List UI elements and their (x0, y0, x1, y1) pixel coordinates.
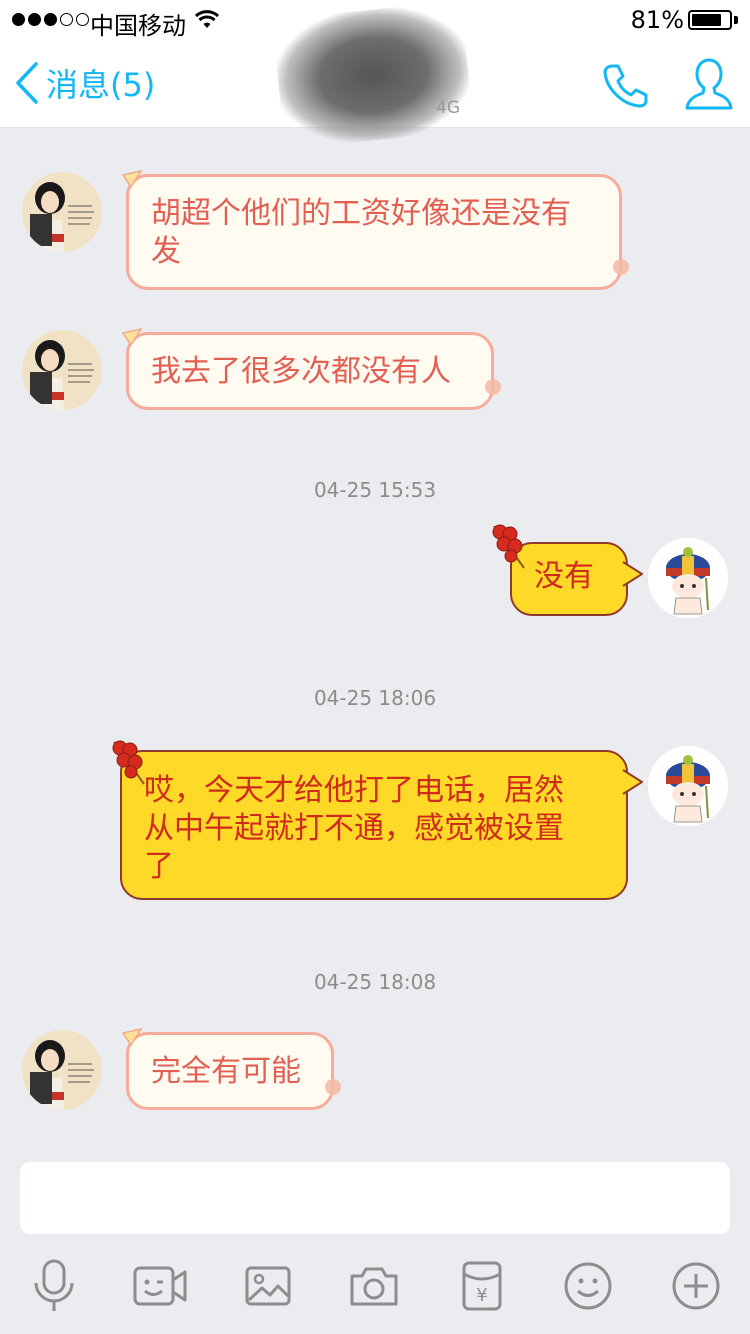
contact-avatar[interactable] (22, 1030, 102, 1110)
message-text: 我去了很多次都没有人 (151, 354, 451, 389)
outgoing-message-bubble[interactable]: 没有 (492, 524, 643, 616)
chevron-left-icon (16, 62, 38, 104)
bubble-corner-decoration (121, 1027, 143, 1047)
my-avatar[interactable] (648, 538, 728, 618)
video-call-icon[interactable] (130, 1256, 190, 1316)
chat-screen: 中国移动 81% 消息(5) 4G 胡超个他们的工资好像还是没有 发 我去了很多… (0, 0, 750, 1334)
yen-glyph: ¥ (476, 1285, 487, 1306)
contact-avatar[interactable] (22, 172, 102, 252)
incoming-message-bubble[interactable]: 完全有可能 (121, 1027, 341, 1110)
timestamp: 04-25 18:06 (313, 686, 437, 710)
incoming-message-bubble[interactable]: 胡超个他们的工资好像还是没有 发 (121, 169, 629, 290)
camera-icon[interactable] (344, 1256, 404, 1316)
microphone-icon[interactable] (24, 1256, 84, 1316)
signal-strength-icon (12, 13, 89, 26)
bubble-dot-decoration (613, 259, 629, 275)
outgoing-message-bubble[interactable]: 哎，今天才给他打了电话，居然 从中午起就打不通，感觉被设置 了 (112, 740, 643, 900)
phone-icon[interactable] (600, 60, 650, 114)
message-text-line: 发 (151, 234, 181, 269)
bubble-dot-decoration (485, 379, 501, 395)
message-text-line: 哎，今天才给他打了电话，居然 (144, 773, 564, 808)
message-text-line: 胡超个他们的工资好像还是没有 (151, 196, 571, 231)
my-avatar[interactable] (648, 746, 728, 826)
candy-haws-icon (112, 740, 145, 785)
redacted-contact-name (271, 0, 475, 150)
battery-tip (734, 16, 738, 24)
battery-icon (688, 10, 732, 30)
bubble-dot-decoration (325, 1079, 341, 1095)
incoming-message-bubble[interactable]: 我去了很多次都没有人 (121, 327, 501, 410)
plus-icon[interactable] (666, 1256, 726, 1316)
bubble-corner-decoration (121, 327, 143, 347)
message-text-line: 了 (144, 849, 174, 884)
image-icon[interactable] (238, 1256, 298, 1316)
timestamp: 04-25 15:53 (313, 478, 437, 502)
nav-bar: 消息(5) 4G (0, 0, 750, 150)
wifi-icon (194, 8, 220, 36)
message-input[interactable] (20, 1162, 730, 1234)
back-button[interactable]: 消息(5) (14, 58, 155, 108)
candy-haws-icon (492, 524, 525, 569)
message-text: 没有 (534, 559, 594, 594)
battery-percentage: 81% (630, 6, 684, 34)
timestamp: 04-25 18:08 (313, 970, 437, 994)
chat-toolbar: ¥ (0, 1246, 750, 1334)
emoji-icon[interactable] (558, 1256, 618, 1316)
back-label: 消息(5) (46, 66, 156, 104)
network-subtitle: 4G (436, 98, 460, 118)
contact-avatar[interactable] (22, 330, 102, 410)
person-icon[interactable] (684, 56, 734, 116)
bubble-corner-decoration (121, 169, 143, 189)
carrier-name: 中国移动 (90, 12, 186, 40)
bubble-tail (622, 561, 643, 587)
message-text: 完全有可能 (151, 1054, 301, 1089)
message-text-line: 从中午起就打不通，感觉被设置 (144, 811, 564, 846)
bubble-tail (622, 769, 643, 795)
red-packet-icon[interactable]: ¥ (452, 1256, 512, 1316)
